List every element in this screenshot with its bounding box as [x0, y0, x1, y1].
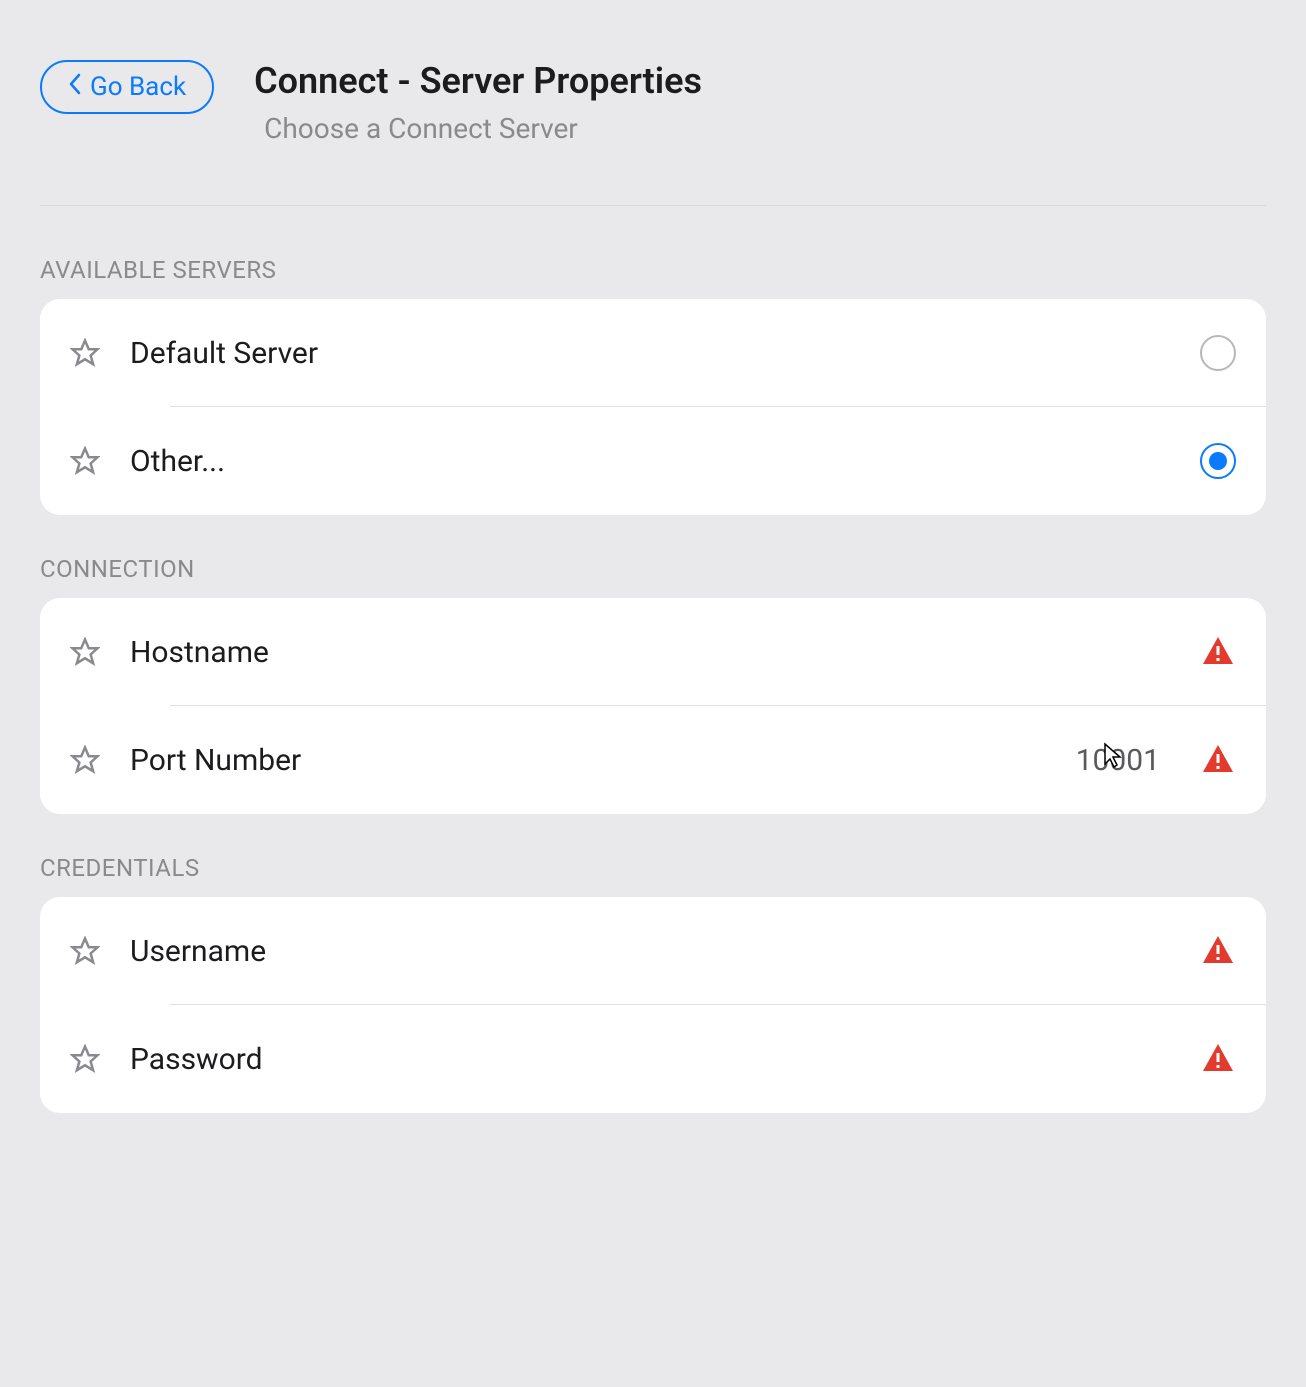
card-connection: Hostname Port Number 10001 — [40, 598, 1266, 814]
chevron-left-icon — [68, 72, 82, 102]
star-icon[interactable] — [70, 1044, 100, 1074]
title-block: Connect - Server Properties Choose a Con… — [254, 60, 702, 145]
section-title-available-servers: AVAILABLE SERVERS — [40, 256, 1266, 284]
row-username[interactable]: Username — [40, 897, 1266, 1005]
go-back-label: Go Back — [90, 72, 186, 102]
row-hostname[interactable]: Hostname — [40, 598, 1266, 706]
warning-icon — [1200, 742, 1236, 778]
section-title-credentials: CREDENTIALS — [40, 854, 1266, 882]
row-password[interactable]: Password — [40, 1005, 1266, 1113]
section-credentials: CREDENTIALS Username Password — [40, 854, 1266, 1113]
row-default-server[interactable]: Default Server — [40, 299, 1266, 407]
row-value-port-number: 10001 — [1076, 743, 1160, 778]
section-available-servers: AVAILABLE SERVERS Default Server Other..… — [40, 256, 1266, 515]
star-icon[interactable] — [70, 936, 100, 966]
star-icon[interactable] — [70, 637, 100, 667]
radio-other-server[interactable] — [1200, 443, 1236, 479]
row-other-server[interactable]: Other... — [40, 407, 1266, 515]
warning-icon — [1200, 634, 1236, 670]
page-title: Connect - Server Properties — [254, 60, 702, 102]
row-label-port-number: Port Number — [130, 743, 1076, 778]
page-subtitle: Choose a Connect Server — [254, 112, 702, 145]
row-label-password: Password — [130, 1042, 1160, 1077]
radio-default-server[interactable] — [1200, 335, 1236, 371]
row-port-number[interactable]: Port Number 10001 — [40, 706, 1266, 814]
row-label-default-server: Default Server — [130, 336, 1200, 371]
section-connection: CONNECTION Hostname Port Number 10001 — [40, 555, 1266, 814]
section-title-connection: CONNECTION — [40, 555, 1266, 583]
star-icon[interactable] — [70, 446, 100, 476]
header: Go Back Connect - Server Properties Choo… — [40, 0, 1266, 205]
go-back-button[interactable]: Go Back — [40, 60, 214, 114]
row-label-other-server: Other... — [130, 444, 1200, 479]
star-icon[interactable] — [70, 745, 100, 775]
row-label-username: Username — [130, 934, 1160, 969]
row-label-hostname: Hostname — [130, 635, 1160, 670]
card-credentials: Username Password — [40, 897, 1266, 1113]
star-icon[interactable] — [70, 338, 100, 368]
card-available-servers: Default Server Other... — [40, 299, 1266, 515]
header-divider — [40, 205, 1266, 206]
warning-icon — [1200, 1041, 1236, 1077]
warning-icon — [1200, 933, 1236, 969]
